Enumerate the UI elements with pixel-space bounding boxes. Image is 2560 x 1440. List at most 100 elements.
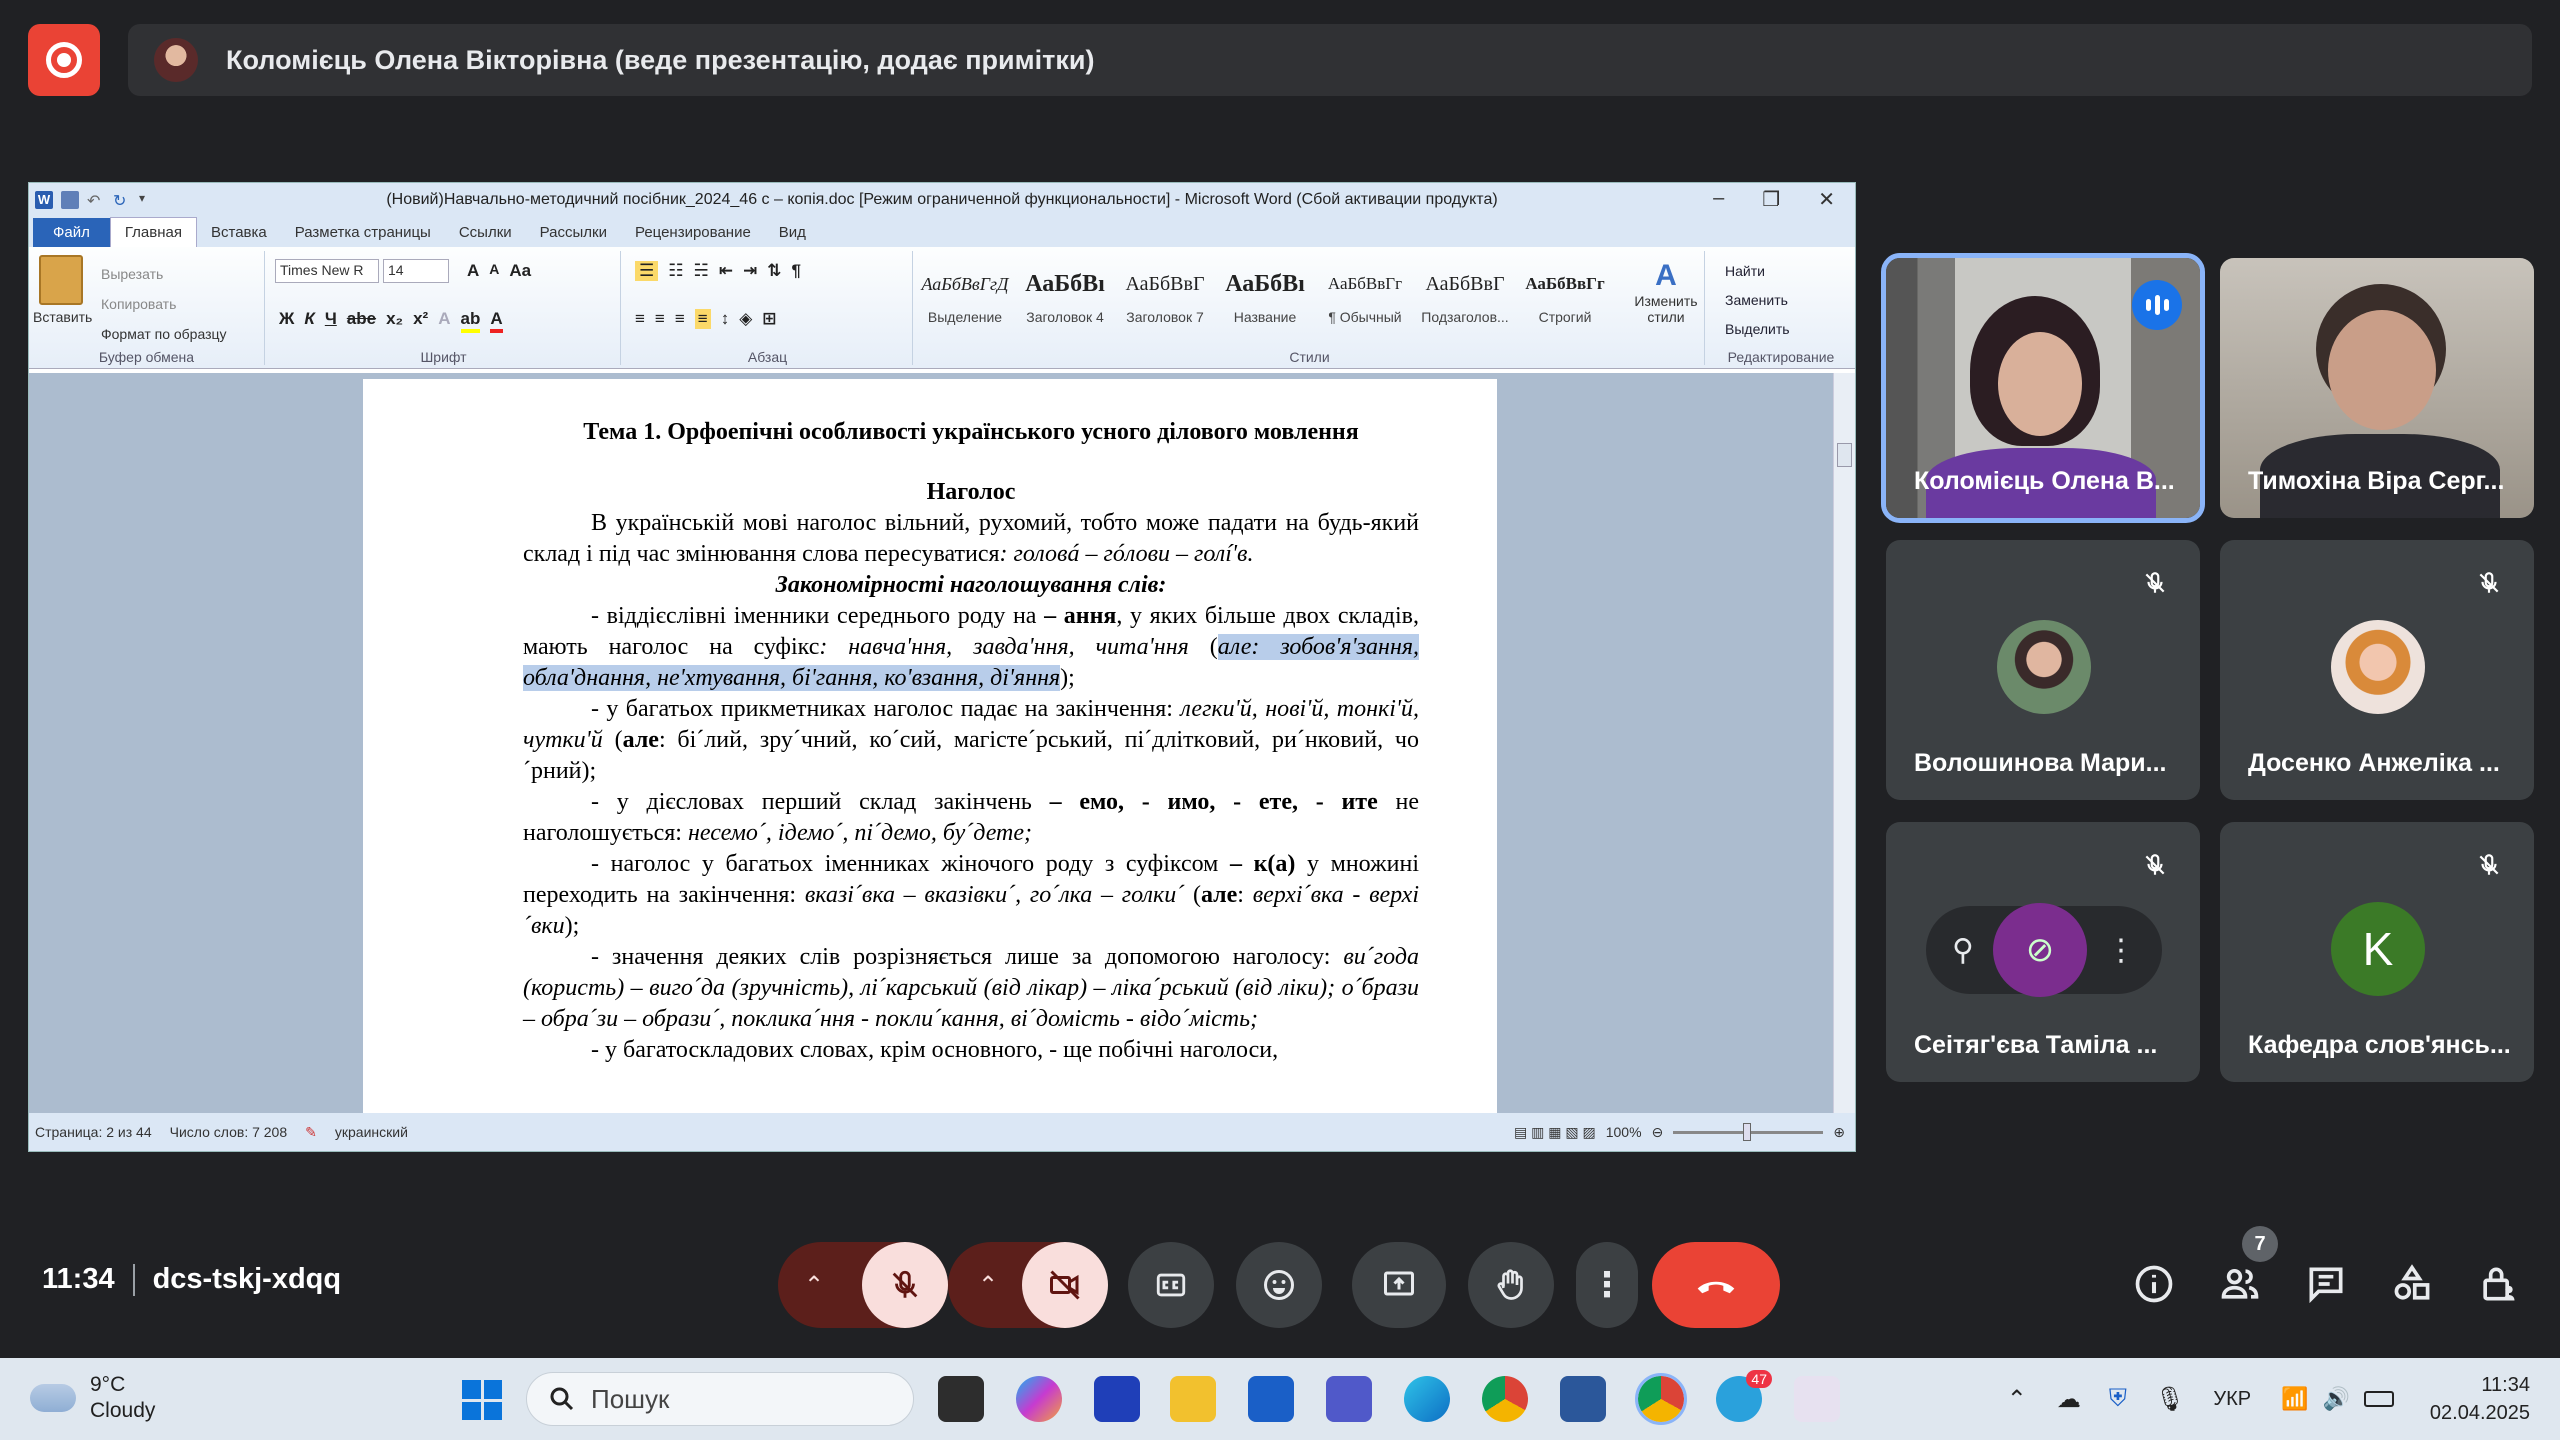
paste-icon[interactable] [39, 255, 83, 305]
highlight-icon[interactable]: ab [460, 309, 481, 333]
present-button[interactable] [1352, 1242, 1446, 1328]
style-heading-4[interactable]: АаБбВı Заголовок 4 [1015, 265, 1115, 325]
style-title[interactable]: АаБбВı Название [1215, 265, 1315, 325]
decrease-indent-icon[interactable]: ⇤ [719, 261, 733, 281]
style-emphasis[interactable]: АаБбВвГгД Выделение [915, 265, 1015, 325]
underline-icon[interactable]: Ч [325, 309, 337, 333]
participant-tile[interactable]: Досенко Анжеліка ... [2220, 540, 2534, 800]
vertical-scrollbar[interactable] [1833, 373, 1855, 1115]
battery-icon[interactable] [2363, 1391, 2394, 1407]
defender-icon[interactable]: ⛨ [2109, 1385, 2127, 1413]
tab-view[interactable]: Вид [765, 218, 820, 247]
find-button[interactable]: Найти [1725, 257, 1790, 286]
select-button[interactable]: Выделить [1725, 315, 1790, 344]
page-count[interactable]: Страница: 2 из 44 [35, 1124, 152, 1140]
strikethrough-icon[interactable]: abe [347, 309, 376, 333]
justify-icon[interactable]: ≡ [694, 309, 711, 329]
video-options-chevron-icon[interactable]: ⌃ [978, 1271, 998, 1300]
start-button[interactable] [462, 1380, 502, 1420]
font-color-icon[interactable]: A [490, 309, 503, 333]
telegram-icon[interactable]: 47 [1716, 1370, 1772, 1422]
tab-file[interactable]: Файл [33, 218, 110, 247]
bullets-icon[interactable]: ☰ [635, 261, 659, 281]
paste-button[interactable]: Вставить [33, 309, 92, 325]
camera-toggle-button[interactable] [1022, 1242, 1108, 1328]
wifi-icon[interactable]: 📶 [2281, 1386, 2308, 1412]
teams-icon[interactable] [1326, 1376, 1372, 1422]
file-explorer-icon[interactable] [1170, 1376, 1216, 1422]
microphone-icon[interactable]: 🎙 [2155, 1385, 2185, 1414]
meeting-code[interactable]: dcs-tskj-xdqq [153, 1263, 342, 1296]
line-spacing-icon[interactable]: ↕ [721, 309, 730, 329]
hide-tile-icon[interactable]: ⊘ [1992, 903, 2087, 997]
zoom-in-icon[interactable]: ⊕ [1833, 1124, 1845, 1141]
close-icon[interactable]: ✕ [1818, 187, 1835, 212]
host-controls-button[interactable] [2476, 1262, 2520, 1306]
tab-insert[interactable]: Вставка [197, 218, 281, 247]
language[interactable]: украинский [335, 1124, 408, 1140]
align-left-icon[interactable]: ≡ [635, 309, 645, 329]
replace-button[interactable]: Заменить [1725, 286, 1790, 315]
meeting-details-button[interactable] [2132, 1262, 2176, 1306]
style-heading-7[interactable]: АаБбВвГ Заголовок 7 [1115, 265, 1215, 325]
people-button[interactable] [2218, 1262, 2262, 1306]
style-normal[interactable]: АаБбВвГг ¶ Обычный [1315, 265, 1415, 325]
italic-icon[interactable]: К [304, 309, 314, 333]
onedrive-icon[interactable]: ☁ [2057, 1385, 2081, 1414]
word-icon[interactable] [1560, 1376, 1606, 1422]
chevron-up-icon[interactable]: ⌃ [2007, 1385, 2027, 1414]
document-page[interactable]: Тема 1. Орфоепічні особливості українськ… [363, 379, 1497, 1119]
chat-button[interactable] [2304, 1262, 2348, 1306]
spellcheck-icon[interactable]: ✎ [305, 1124, 317, 1141]
pin-icon[interactable]: ⚲ [1952, 933, 1974, 968]
more-options-icon[interactable]: ⋮ [2106, 933, 2136, 968]
view-buttons-icon[interactable]: ▤ ▥ ▦ ▧ ▨ [1514, 1124, 1596, 1141]
align-center-icon[interactable]: ≡ [655, 309, 665, 329]
superscript-icon[interactable]: x² [413, 309, 428, 333]
format-painter-button[interactable]: Формат по образцу [101, 319, 227, 349]
recording-button[interactable] [28, 24, 100, 96]
shrink-font-icon[interactable]: A [489, 261, 499, 281]
participant-tile[interactable]: ⚲ ⊘ ⋮ Сеітяг'єва Таміла ... [1886, 822, 2200, 1082]
participant-tile[interactable]: Коломієць Олена В... [1881, 253, 2205, 523]
scroll-thumb[interactable] [1837, 443, 1852, 467]
shading-icon[interactable]: ◈ [739, 309, 752, 329]
edge-icon[interactable] [1404, 1376, 1450, 1422]
chrome-profile-icon[interactable] [1635, 1373, 1687, 1425]
borders-icon[interactable]: ⊞ [762, 309, 776, 329]
grow-font-icon[interactable]: A [467, 261, 479, 281]
multilevel-list-icon[interactable]: ☵ [694, 261, 709, 281]
tab-references[interactable]: Ссылки [445, 218, 526, 247]
style-subtitle[interactable]: АаБбВвГ Подзаголов... [1415, 265, 1515, 325]
chrome-icon[interactable] [1482, 1376, 1528, 1422]
volume-icon[interactable]: 🔊 [2322, 1386, 2349, 1412]
task-view-icon[interactable] [938, 1376, 984, 1422]
change-styles-button[interactable]: A Изменить стили [1631, 259, 1701, 325]
weather-widget[interactable]: 9°C Cloudy [30, 1372, 155, 1424]
copilot-icon[interactable] [1016, 1376, 1062, 1422]
activities-button[interactable] [2390, 1262, 2434, 1306]
show-marks-icon[interactable]: ¶ [792, 261, 801, 281]
audio-options-chevron-icon[interactable]: ⌃ [804, 1271, 824, 1300]
reactions-button[interactable] [1236, 1242, 1322, 1328]
taskbar-clock[interactable]: 11:34 02.04.2025 [2430, 1371, 2530, 1427]
tab-home[interactable]: Главная [109, 217, 197, 247]
zoom-out-icon[interactable]: ⊖ [1652, 1124, 1664, 1141]
more-options-button[interactable]: ⋮ [1576, 1242, 1638, 1328]
language-indicator[interactable]: УКР [2213, 1388, 2251, 1411]
word-count[interactable]: Число слов: 7 208 [170, 1124, 288, 1140]
snipping-tool-icon[interactable] [1794, 1376, 1840, 1422]
restore-icon[interactable]: ❐ [1762, 187, 1780, 212]
tab-mailings[interactable]: Рассылки [526, 218, 621, 247]
taskbar-search[interactable]: Пошук [526, 1372, 914, 1426]
math-app-icon[interactable] [1094, 1376, 1140, 1422]
leave-call-button[interactable] [1652, 1242, 1780, 1328]
tab-review[interactable]: Рецензирование [621, 218, 765, 247]
captions-button[interactable] [1128, 1242, 1214, 1328]
zoom-level[interactable]: 100% [1606, 1124, 1642, 1140]
font-name-select[interactable]: Times New R [275, 259, 379, 283]
participant-tile[interactable]: Тимохіна Віра Серг... [2220, 258, 2534, 518]
participant-tile[interactable]: Волошинова Мари... [1886, 540, 2200, 800]
microsoft-store-icon[interactable] [1248, 1376, 1294, 1422]
increase-indent-icon[interactable]: ⇥ [743, 261, 757, 281]
